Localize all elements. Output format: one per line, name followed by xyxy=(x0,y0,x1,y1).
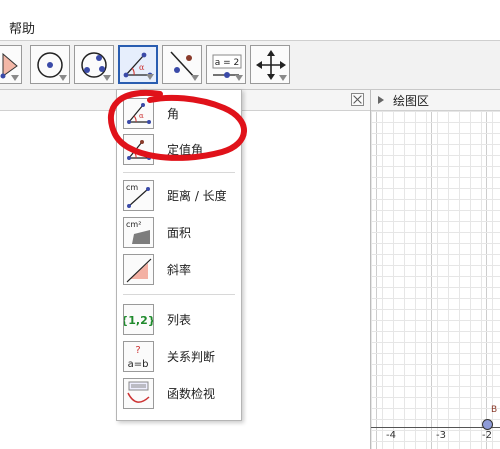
tool-menu-arrow-icon xyxy=(103,75,111,81)
menu-item-label: 角 xyxy=(167,107,180,121)
menu-item-relation[interactable]: ? a=b 关系判断 xyxy=(117,339,241,375)
tool-menu-arrow-icon xyxy=(11,75,19,81)
svg-text:cm²: cm² xyxy=(126,220,141,229)
tool-menu-arrow-icon xyxy=(191,75,199,81)
menu-bar: 帮助 xyxy=(0,0,500,41)
slider-tool-label: a = 2 xyxy=(215,58,240,68)
graph-point[interactable] xyxy=(482,419,493,430)
angle-tool-button[interactable]: α xyxy=(118,45,158,84)
slope-icon xyxy=(123,254,154,285)
relation-icon: ? a=b xyxy=(123,341,154,372)
distance-length-icon: cm xyxy=(123,180,154,211)
graphics-view-title: 绘图区 xyxy=(393,94,430,108)
svg-text:{1,2}: {1,2} xyxy=(124,314,153,327)
angle-fixed-size-icon xyxy=(123,134,154,165)
menu-item-label: 距离 / 长度 xyxy=(167,189,227,203)
angle-icon: α xyxy=(123,98,154,129)
circle-three-points-button[interactable] xyxy=(74,45,114,84)
move-graphics-button[interactable] xyxy=(250,45,290,84)
slider-tool-button[interactable]: a = 2 xyxy=(206,45,246,84)
x-tick-label: -2 xyxy=(482,430,492,441)
menu-item-slope[interactable]: 斜率 xyxy=(117,252,241,288)
menu-item-area[interactable]: cm² 面积 xyxy=(117,215,241,251)
x-tick-label: -4 xyxy=(386,430,396,441)
collapse-arrow-icon[interactable] xyxy=(378,96,384,104)
menu-item-angle[interactable]: α 角 xyxy=(117,96,241,132)
svg-text:?: ? xyxy=(135,345,140,356)
svg-text:a=b: a=b xyxy=(128,359,149,370)
graphics-view[interactable]: 绘图区 xyxy=(371,90,500,449)
circle-center-point-button[interactable] xyxy=(30,45,70,84)
menu-separator xyxy=(123,294,235,295)
menu-item-label: 关系判断 xyxy=(167,350,216,364)
tool-menu-arrow-icon xyxy=(59,75,67,81)
toolbar: α a = 2 xyxy=(0,41,500,90)
svg-text:α: α xyxy=(139,63,145,72)
menu-item-list[interactable]: {1,2} 列表 xyxy=(117,302,241,338)
close-icon[interactable] xyxy=(351,93,364,106)
list-icon: {1,2} xyxy=(120,304,156,335)
menu-separator xyxy=(123,172,235,173)
tool-menu-arrow-icon xyxy=(146,74,154,80)
graphics-grid[interactable] xyxy=(371,111,500,449)
menu-item-label: 斜率 xyxy=(167,263,192,277)
svg-text:cm: cm xyxy=(126,183,138,192)
menu-help[interactable]: 帮助 xyxy=(9,18,35,37)
menu-item-angle-fixed-size[interactable]: 定值角 xyxy=(117,132,241,168)
x-axis xyxy=(371,427,500,428)
menu-item-label: 面积 xyxy=(167,226,192,240)
reflect-tool-button[interactable] xyxy=(162,45,202,84)
point-label: B xyxy=(491,405,498,415)
function-inspector-icon xyxy=(123,378,154,409)
area-icon: cm² xyxy=(123,217,154,248)
menu-item-function-inspector[interactable]: 函数检视 xyxy=(117,376,241,412)
menu-item-distance-length[interactable]: cm 距离 / 长度 xyxy=(117,178,241,214)
menu-item-label: 函数检视 xyxy=(167,387,216,401)
polygon-tool-button[interactable] xyxy=(0,45,22,84)
tool-menu-arrow-icon xyxy=(279,75,287,81)
graphics-view-header: 绘图区 xyxy=(371,90,500,111)
menu-item-label: 定值角 xyxy=(167,143,204,157)
menu-item-label: 列表 xyxy=(167,313,192,327)
x-tick-label: -3 xyxy=(436,430,446,441)
tool-menu-arrow-icon xyxy=(235,75,243,81)
svg-text:α: α xyxy=(139,112,144,120)
angle-tool-dropdown: α 角 定值角 cm 距离 / 长度 cm² 面积 斜率 1,2 列表 ? a=… xyxy=(116,89,242,421)
